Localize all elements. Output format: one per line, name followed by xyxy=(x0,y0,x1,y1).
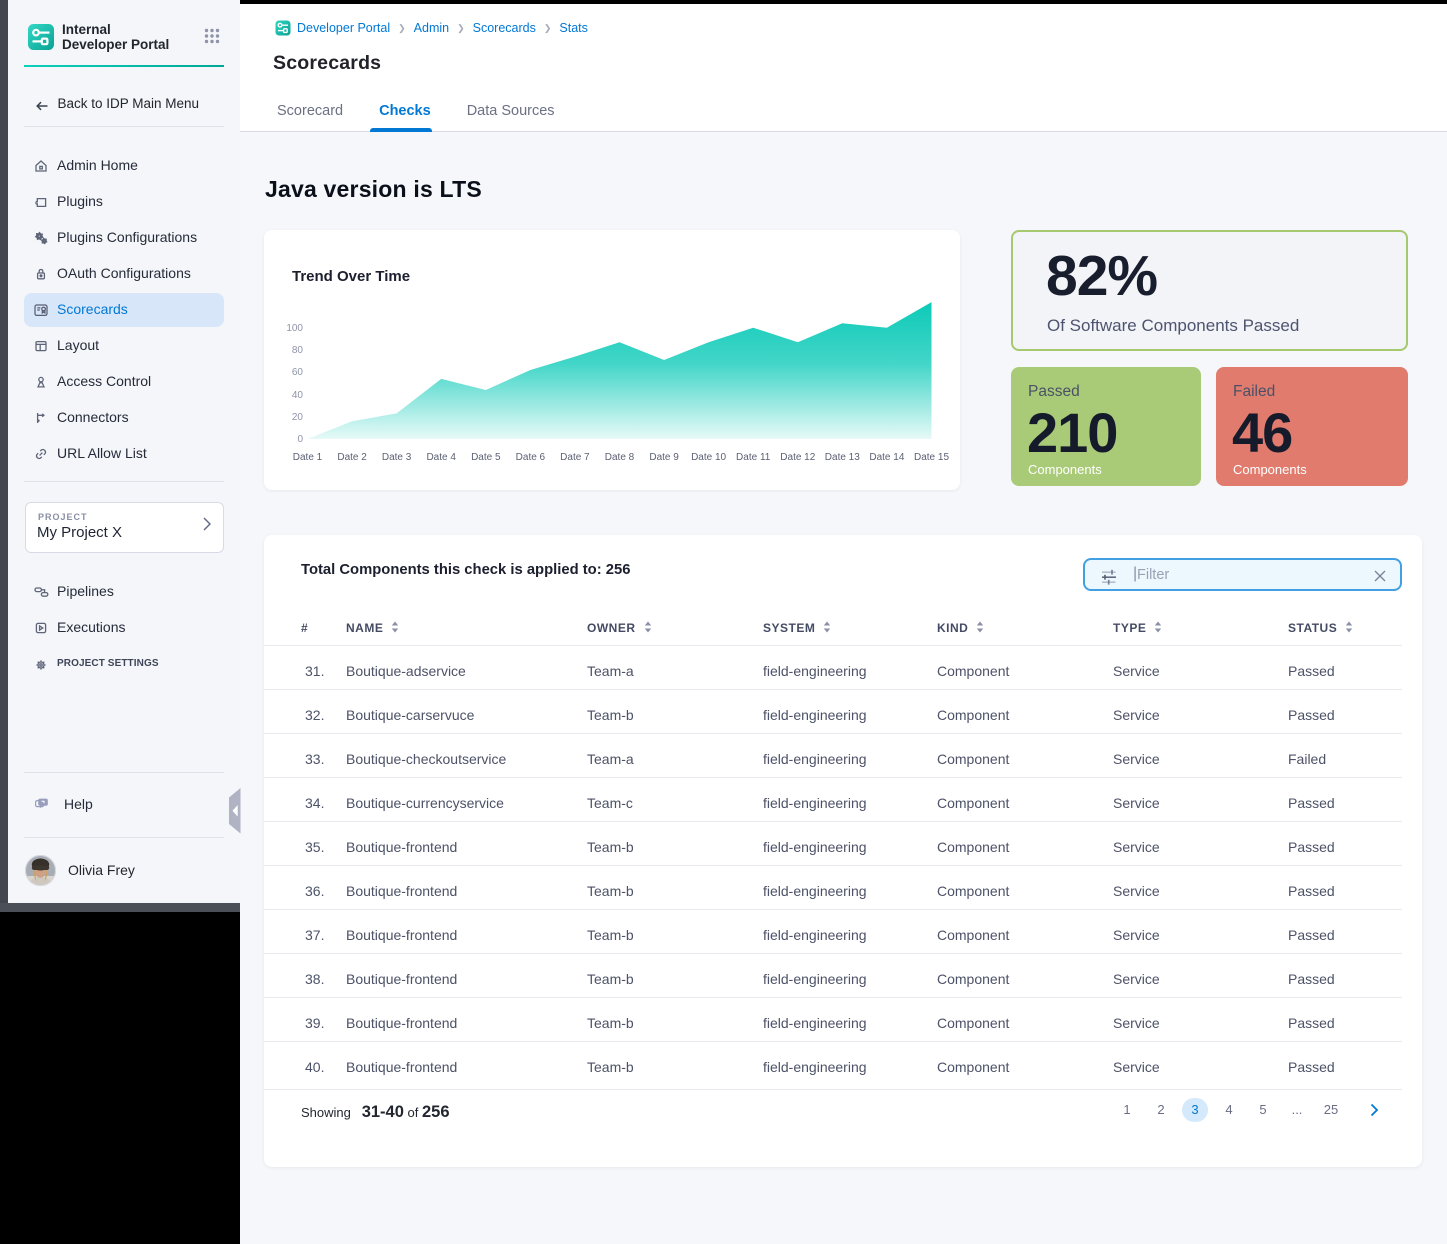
svg-text:60: 60 xyxy=(292,367,304,378)
svg-text:0: 0 xyxy=(297,434,303,445)
svg-text:Date 10: Date 10 xyxy=(691,452,726,463)
svg-text:100: 100 xyxy=(286,323,303,334)
svg-text:80: 80 xyxy=(292,345,304,356)
svg-text:40: 40 xyxy=(292,390,304,401)
svg-text:Date 6: Date 6 xyxy=(516,452,546,463)
svg-text:Date 12: Date 12 xyxy=(780,452,815,463)
svg-text:Date 2: Date 2 xyxy=(337,452,367,463)
svg-text:Date 3: Date 3 xyxy=(382,452,412,463)
svg-text:Date 4: Date 4 xyxy=(426,452,456,463)
svg-text:Date 13: Date 13 xyxy=(825,452,860,463)
svg-text:Date 9: Date 9 xyxy=(649,452,679,463)
svg-text:Date 5: Date 5 xyxy=(471,452,501,463)
svg-text:Date 1: Date 1 xyxy=(293,452,323,463)
svg-text:Date 7: Date 7 xyxy=(560,452,590,463)
svg-text:20: 20 xyxy=(292,412,304,423)
svg-text:Date 11: Date 11 xyxy=(736,452,771,463)
svg-text:Date 8: Date 8 xyxy=(605,452,635,463)
svg-text:Date 15: Date 15 xyxy=(914,452,949,463)
svg-text:Date 14: Date 14 xyxy=(869,452,904,463)
